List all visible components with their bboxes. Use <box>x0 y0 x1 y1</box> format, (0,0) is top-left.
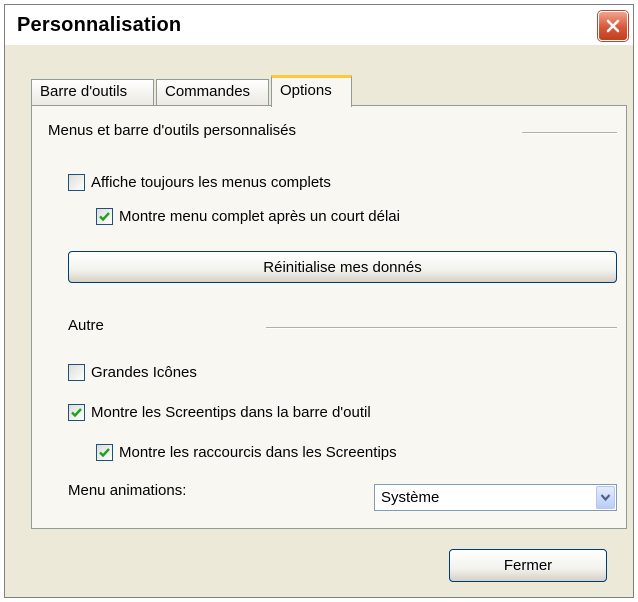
large-icons-checkbox[interactable] <box>68 364 85 381</box>
checkmark-icon <box>99 212 110 222</box>
checkbox-row-always-full-menus[interactable]: Affiche toujours les menus complets <box>68 174 331 191</box>
close-button-label: Fermer <box>503 557 553 574</box>
close-window-button[interactable] <box>598 11 628 41</box>
always-full-menus-checkbox[interactable] <box>68 174 85 191</box>
checkbox-row-show-shortcuts[interactable]: Montre les raccourcis dans les Screentip… <box>96 444 397 461</box>
large-icons-label: Grandes Icônes <box>91 364 197 381</box>
tab-commands[interactable]: Commandes <box>156 79 269 105</box>
reset-usage-data-label: Réinitialise mes donnés <box>263 258 422 276</box>
chevron-down-icon <box>600 494 611 502</box>
reset-usage-data-button[interactable]: Réinitialise mes donnés <box>68 251 617 283</box>
checkmark-icon <box>99 448 110 458</box>
checkbox-row-full-menu-delay[interactable]: Montre menu complet après un court délai <box>96 208 400 225</box>
menu-animations-label: Menu animations: <box>68 482 187 499</box>
group-divider-other <box>266 327 617 329</box>
title-bar: Personnalisation <box>5 5 633 45</box>
full-menu-delay-label: Montre menu complet après un court délai <box>119 208 400 225</box>
close-button[interactable]: Fermer <box>449 549 607 582</box>
always-full-menus-label: Affiche toujours les menus complets <box>91 174 331 191</box>
tab-commands-label: Commandes <box>165 83 251 100</box>
group-label-other: Autre <box>68 317 104 334</box>
checkbox-row-large-icons[interactable]: Grandes Icônes <box>68 364 197 381</box>
close-x-icon <box>606 19 620 33</box>
tab-options-label: Options <box>280 82 332 99</box>
window-title: Personnalisation <box>17 14 182 36</box>
checkbox-row-show-screentips[interactable]: Montre les Screentips dans la barre d'ou… <box>68 404 371 421</box>
show-screentips-label: Montre les Screentips dans la barre d'ou… <box>91 404 371 421</box>
show-shortcuts-label: Montre les raccourcis dans les Screentip… <box>119 444 397 461</box>
options-panel: Menus et barre d'outils personnalisés Af… <box>31 105 627 529</box>
show-shortcuts-checkbox[interactable] <box>96 444 113 461</box>
tab-options[interactable]: Options <box>271 75 352 107</box>
group-divider-menus <box>522 132 617 134</box>
menu-animations-select[interactable]: Système <box>374 484 617 511</box>
menu-animations-value: Système <box>381 489 440 506</box>
checkmark-icon <box>71 408 82 418</box>
dropdown-arrow-button[interactable] <box>596 486 615 509</box>
show-screentips-checkbox[interactable] <box>68 404 85 421</box>
customize-dialog: Personnalisation Barre d'outils Commande… <box>4 4 634 598</box>
tab-toolbars-label: Barre d'outils <box>40 83 128 100</box>
tab-toolbars[interactable]: Barre d'outils <box>31 79 154 105</box>
full-menu-delay-checkbox[interactable] <box>96 208 113 225</box>
group-label-menus: Menus et barre d'outils personnalisés <box>48 122 296 139</box>
